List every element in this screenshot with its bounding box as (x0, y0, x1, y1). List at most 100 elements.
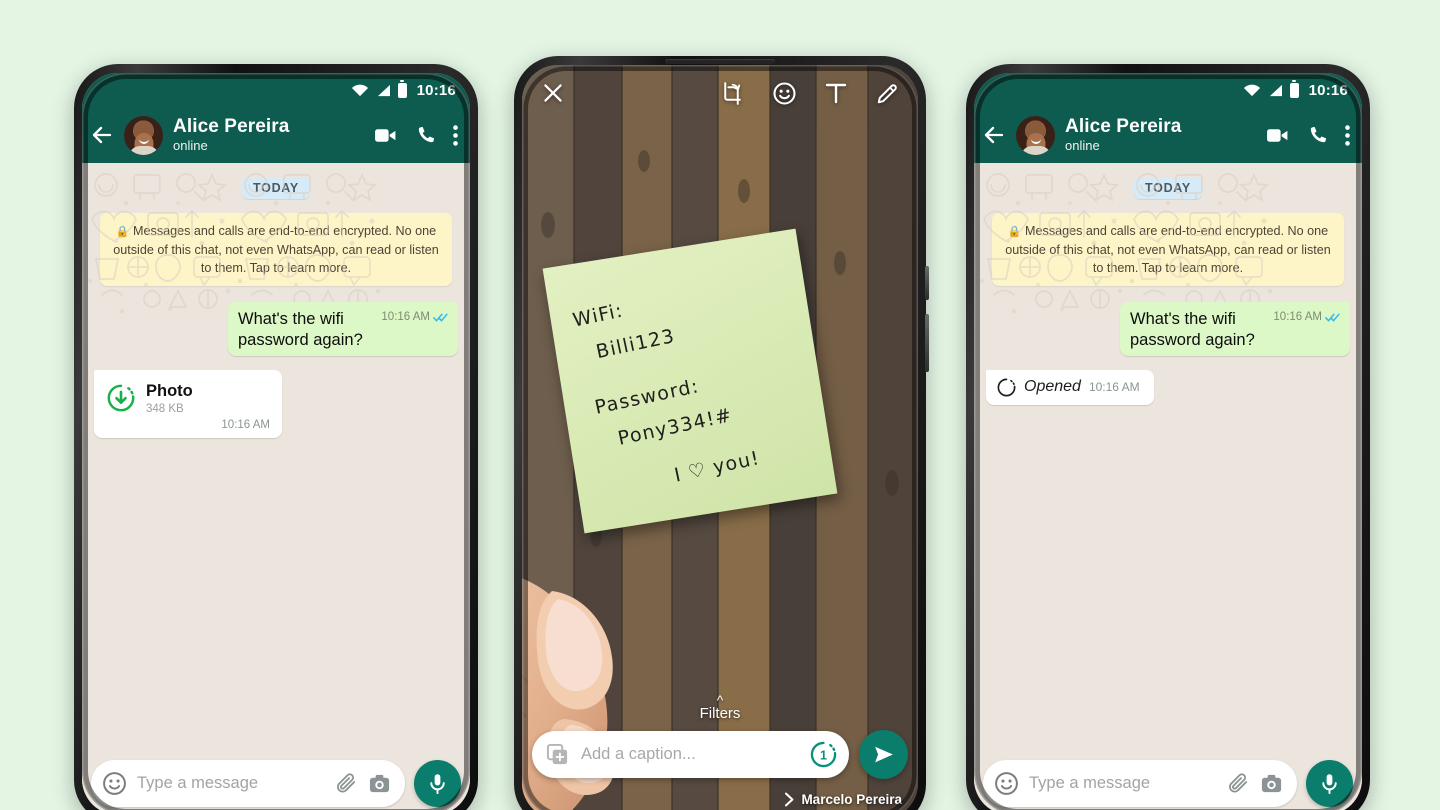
outgoing-message-bubble[interactable]: 10:16 AM What's the wifi password again? (1120, 302, 1350, 356)
message-input-pill[interactable]: Type a message (91, 760, 405, 807)
send-button[interactable] (859, 730, 908, 779)
microphone-icon (430, 774, 445, 795)
photo-message-bubble[interactable]: Photo 348 KB 10:16 AM (94, 369, 282, 438)
emoji-icon[interactable] (994, 771, 1019, 796)
wifi-icon (351, 84, 368, 96)
phone-center: WiFi: Billi123 Password: Pony334!# I ♡ y… (514, 56, 929, 810)
opened-time: 10:16 AM (1088, 380, 1140, 395)
crop-rotate-button[interactable] (719, 81, 744, 106)
overflow-menu-icon[interactable] (453, 124, 458, 146)
opened-label: Opened (1024, 378, 1081, 396)
message-input-pill[interactable]: Type a message (983, 760, 1297, 807)
outgoing-message-bubble[interactable]: 10:16 AM What's the wifi password again? (228, 302, 458, 356)
view-once-download-icon[interactable] (106, 383, 136, 413)
photo-message-title: Photo (146, 381, 193, 400)
microphone-button[interactable] (414, 760, 461, 807)
side-button-power[interactable] (925, 314, 929, 372)
photo-message-size: 348 KB (146, 402, 184, 415)
emoji-icon[interactable] (102, 771, 127, 796)
note-line-1: WiFi: (570, 299, 626, 332)
voice-call-icon[interactable] (414, 124, 437, 147)
battery-icon (1289, 82, 1299, 98)
contact-info[interactable]: Alice Pereira online (173, 117, 363, 153)
microphone-button[interactable] (1306, 760, 1353, 807)
message-time: 10:16 AM (1273, 311, 1322, 324)
caption-row: Add a caption... 1 (532, 730, 908, 779)
header-actions (373, 123, 458, 148)
read-receipt-icon (433, 313, 448, 322)
contact-name: Alice Pereira (173, 116, 290, 138)
phone-right-screen: 10:16 Alice Pereira online No one or lis… (974, 73, 1362, 810)
overflow-menu-icon[interactable] (1345, 124, 1350, 146)
sticky-note: WiFi: Billi123 Password: Pony334!# I ♡ y… (542, 228, 838, 534)
paperclip-icon[interactable] (335, 772, 358, 795)
chat-wallpaper-pattern (82, 163, 382, 313)
view-once-badge-icon[interactable]: 1 (810, 741, 837, 768)
message-time: 10:16 AM (381, 311, 430, 324)
filters-label: Filters (699, 705, 741, 722)
note-line-5: I ♡ you! (672, 447, 762, 487)
message-input-bar: Type a message (974, 760, 1362, 807)
contact-presence: online (1065, 138, 1100, 154)
read-receipt-icon (1325, 313, 1340, 322)
chat-wallpaper-pattern (974, 163, 1274, 313)
message-input-placeholder: Type a message (137, 774, 259, 792)
sticker-emoji-icon (773, 81, 796, 105)
note-line-2: Billi123 (594, 324, 677, 364)
phone-right: 10:16 Alice Pereira online No one or lis… (966, 64, 1370, 810)
draw-tool-button[interactable] (875, 81, 900, 106)
contact-info[interactable]: Alice Pereira online (1065, 117, 1255, 153)
avatar[interactable] (124, 115, 163, 155)
message-meta: 10:16 AM (1273, 311, 1341, 323)
message-meta: 10:16 AM (381, 311, 449, 323)
chat-body: TODAY 🔒 Messages and calls are end-to-en… (974, 163, 1362, 810)
wifi-icon (1243, 84, 1260, 96)
message-input-bar: Type a message (82, 760, 470, 807)
video-call-icon[interactable] (373, 123, 398, 148)
editor-toolbar (522, 65, 918, 121)
chevron-right-icon (785, 792, 794, 807)
contact-name: Alice Pereira (1065, 116, 1182, 138)
close-icon[interactable] (540, 80, 566, 106)
opened-message-bubble[interactable]: Opened 10:16 AM (986, 369, 1154, 405)
battery-icon (397, 82, 407, 98)
chat-header: Alice Pereira online (82, 107, 470, 163)
status-time: 10:16 (416, 81, 456, 99)
screenshot-stage: 10:16 Alice Pereira online No one or lis… (0, 0, 1440, 810)
text-tool-icon (825, 83, 847, 103)
status-time: 10:16 (1308, 81, 1348, 99)
signal-icon (377, 84, 390, 96)
phone-left-screen: 10:16 Alice Pereira online No one or lis… (82, 73, 470, 810)
sticker-button[interactable] (772, 81, 797, 106)
paperclip-icon[interactable] (1227, 772, 1250, 795)
back-arrow-icon[interactable] (982, 123, 1006, 147)
video-call-icon[interactable] (1265, 123, 1290, 148)
earpiece-speaker (665, 59, 775, 64)
signal-icon (1269, 84, 1282, 96)
photo-message-info: Photo 348 KB (146, 382, 193, 415)
note-line-3: Password: (592, 375, 702, 419)
view-once-count: 1 (820, 748, 827, 762)
chat-body: TODAY 🔒 Messages and calls are end-to-en… (82, 163, 470, 810)
back-arrow-icon[interactable] (90, 123, 114, 147)
phone-center-screen: WiFi: Billi123 Password: Pony334!# I ♡ y… (522, 65, 918, 810)
status-bar: 10:16 (82, 73, 470, 107)
chat-header: Alice Pereira online (974, 107, 1362, 163)
header-actions (1265, 123, 1350, 148)
text-tool-button[interactable] (825, 81, 847, 106)
voice-call-icon[interactable] (1306, 124, 1329, 147)
add-media-icon[interactable] (546, 743, 569, 766)
avatar[interactable] (1016, 115, 1055, 155)
caption-input-pill[interactable]: Add a caption... 1 (532, 731, 849, 778)
side-button-volume[interactable] (925, 266, 929, 300)
photo-message-time: 10:16 AM (221, 418, 270, 431)
camera-icon[interactable] (368, 772, 391, 795)
crop-rotate-icon (724, 81, 741, 105)
filters-control[interactable]: ^ Filters (522, 692, 918, 723)
microphone-icon (1322, 774, 1337, 795)
chevron-up-icon: ^ (716, 692, 724, 708)
camera-icon[interactable] (1260, 772, 1283, 795)
photo-editor: WiFi: Billi123 Password: Pony334!# I ♡ y… (522, 65, 918, 810)
recipient-row[interactable]: Marcelo Pereira (784, 792, 902, 807)
phone-left: 10:16 Alice Pereira online No one or lis… (74, 64, 478, 810)
